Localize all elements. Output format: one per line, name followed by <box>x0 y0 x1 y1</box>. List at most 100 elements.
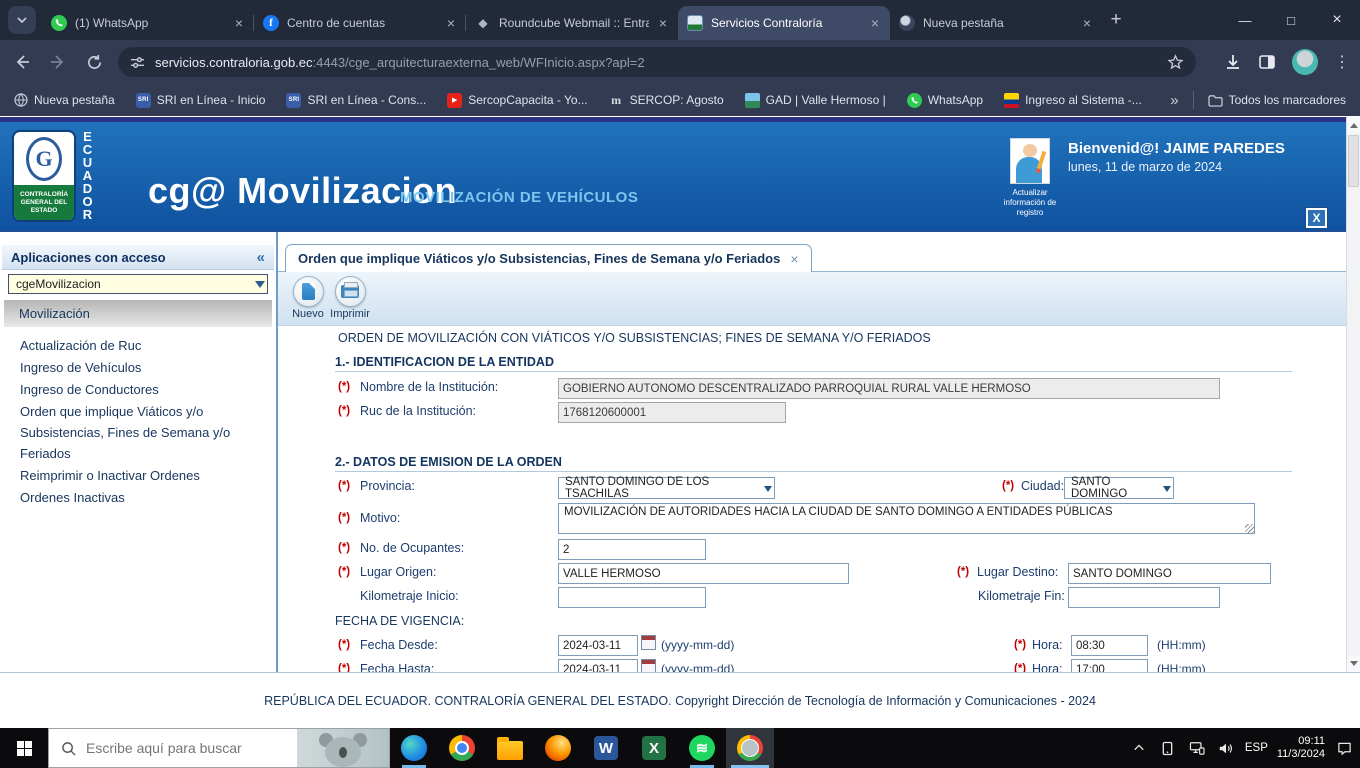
ciudad-select[interactable]: SANTO DOMINGO <box>1064 476 1174 500</box>
scroll-up-button[interactable] <box>1347 117 1360 133</box>
bookmarks-overflow-icon[interactable]: » <box>1170 92 1178 109</box>
sidebar-collapse-icon[interactable]: « <box>257 249 265 266</box>
taskbar-search[interactable] <box>48 728 390 768</box>
taskbar-app-explorer[interactable] <box>486 728 534 768</box>
logout-close-button[interactable]: X <box>1305 207 1328 229</box>
new-tab-button[interactable]: + <box>1102 6 1130 34</box>
bookmark-nueva-pestana[interactable]: Nueva pestaña <box>14 93 115 107</box>
tab-roundcube[interactable]: ◆ Roundcube Webmail :: Entra × <box>465 6 678 40</box>
sidebar-item-ingreso-vehiculos[interactable]: Ingreso de Vehículos <box>20 357 268 378</box>
lugar-origen-input[interactable] <box>558 563 849 584</box>
hora-hasta-input[interactable] <box>1071 659 1148 672</box>
nombre-input[interactable] <box>558 378 1220 399</box>
taskbar-app-word[interactable]: W <box>582 728 630 768</box>
lugar-destino-label: Lugar Destino: <box>977 565 1059 579</box>
nuevo-button[interactable]: Nuevo <box>286 276 330 320</box>
ruc-input[interactable] <box>558 402 786 423</box>
tab-close-icon[interactable]: × <box>445 16 457 30</box>
order-form: ORDEN DE MOVILIZACIÓN CON VIÁTICOS Y/O S… <box>278 326 1346 672</box>
menu-kebab-icon[interactable]: ⋮ <box>1334 52 1350 72</box>
sidebar-section-movilizacion[interactable]: Movilización <box>4 300 272 327</box>
km-fin-input[interactable] <box>1068 587 1220 608</box>
resize-handle[interactable] <box>1245 524 1254 533</box>
action-center-icon[interactable] <box>1334 728 1354 768</box>
tab-close-icon[interactable]: × <box>1081 16 1093 30</box>
minimize-button[interactable]: — <box>1222 0 1268 40</box>
side-panel-icon[interactable] <box>1258 53 1276 71</box>
search-input[interactable] <box>86 740 266 756</box>
sidebar-item-ordenes-inactivas[interactable]: Ordenes Inactivas <box>20 487 268 508</box>
forward-button[interactable] <box>44 48 72 76</box>
bookmark-sri-consultas[interactable]: SRI SRI en Línea - Cons... <box>286 92 426 108</box>
date-format-hint: (yyyy-mm-dd) <box>661 662 735 672</box>
content-tab[interactable]: Orden que implique Viáticos y/o Subsiste… <box>285 244 812 272</box>
sidebar-item-ingreso-conductores[interactable]: Ingreso de Conductores <box>20 379 268 400</box>
network-icon[interactable] <box>1187 728 1207 768</box>
tab-search-button[interactable] <box>8 6 36 34</box>
tab-close-icon[interactable]: × <box>657 16 669 30</box>
omnibox[interactable]: servicios.contraloria.gob.ec:4443/cge_ar… <box>118 47 1196 77</box>
bookmark-sri-inicio[interactable]: SRI SRI en Línea - Inicio <box>135 92 265 108</box>
reload-icon <box>87 54 101 69</box>
tab-nueva-pestana[interactable]: Nueva pestaña × <box>890 6 1102 40</box>
app-select[interactable]: cgeMovilizacion <box>8 274 268 294</box>
taskbar-app-firefox[interactable] <box>534 728 582 768</box>
close-button[interactable]: × <box>1314 0 1360 40</box>
clock[interactable]: 09:11 11/3/2024 <box>1277 735 1325 761</box>
scroll-down-button[interactable] <box>1347 656 1360 672</box>
tab-close-icon[interactable]: × <box>233 16 245 30</box>
tab-title: Nueva pestaña <box>923 16 1004 30</box>
lugar-destino-input[interactable] <box>1068 563 1271 584</box>
sidebar-item-actualizacion-ruc[interactable]: Actualización de Ruc <box>20 335 268 356</box>
bookmark-gad-valle-hermoso[interactable]: GAD | Valle Hermoso | <box>744 92 886 108</box>
back-button[interactable] <box>8 48 36 76</box>
start-button[interactable] <box>0 728 48 768</box>
tab-title: Centro de cuentas <box>287 16 386 30</box>
page-scrollbar[interactable] <box>1346 117 1360 672</box>
taskbar-app-excel[interactable]: X <box>630 728 678 768</box>
hora-desde-input[interactable] <box>1071 635 1148 656</box>
update-registry-link[interactable]: Actualizar información de registro <box>996 188 1064 218</box>
tray-expand-icon[interactable] <box>1129 728 1149 768</box>
download-icon[interactable] <box>1224 53 1242 71</box>
fecha-hasta-input[interactable] <box>558 659 638 672</box>
motivo-textarea[interactable] <box>558 503 1255 534</box>
maximize-button[interactable]: □ <box>1268 0 1314 40</box>
sidebar-item-reimprimir-inactivar[interactable]: Reimprimir o Inactivar Ordenes <box>20 465 268 486</box>
km-inicio-input[interactable] <box>558 587 706 608</box>
fecha-desde-input[interactable] <box>558 635 638 656</box>
word-icon: W <box>594 736 618 760</box>
taskbar-app-spotify[interactable]: ≋ <box>678 728 726 768</box>
all-bookmarks-button[interactable]: Todos los marcadores <box>1208 93 1346 107</box>
bookmark-star-icon[interactable] <box>1167 53 1184 71</box>
imprimir-button[interactable]: Imprimir <box>328 276 372 320</box>
tablet-icon[interactable] <box>1158 728 1178 768</box>
bookmark-ingreso-sistema[interactable]: Ingreso al Sistema -... <box>1004 92 1142 108</box>
sri-icon: SRI <box>286 92 302 108</box>
scrollbar-thumb[interactable] <box>1348 135 1359 187</box>
koala-image <box>297 729 389 767</box>
taskbar-app-chrome[interactable] <box>438 728 486 768</box>
provincia-select[interactable]: SANTO DOMINGO DE LOS TSACHILAS <box>558 476 775 500</box>
reload-button[interactable] <box>80 48 108 76</box>
tray-date: 11/3/2024 <box>1276 748 1325 760</box>
bookmark-sercop-youtube[interactable]: ▶ SercopCapacita - Yo... <box>447 92 588 108</box>
tab-whatsapp[interactable]: (1) WhatsApp × <box>42 6 254 40</box>
tab-close-icon[interactable]: × <box>869 16 881 30</box>
sidebar-item-orden-viaticos[interactable]: Orden que implique Viáticos y/o Subsiste… <box>20 401 268 464</box>
user-avatar[interactable] <box>1010 138 1050 184</box>
profile-avatar[interactable] <box>1292 49 1318 75</box>
ocupantes-input[interactable] <box>558 539 706 560</box>
calendar-icon[interactable] <box>641 659 656 672</box>
tab-facebook[interactable]: f Centro de cuentas × <box>253 6 466 40</box>
taskbar-app-chrome-profile[interactable] <box>726 728 774 768</box>
bookmark-sercop[interactable]: m SERCOP: Agosto <box>609 93 724 108</box>
volume-icon[interactable] <box>1216 728 1236 768</box>
language-indicator[interactable]: ESP <box>1245 742 1268 754</box>
chrome-icon <box>449 735 475 761</box>
tab-servicios-contraloria[interactable]: Servicios Contraloría × <box>678 6 890 40</box>
bookmark-whatsapp[interactable]: WhatsApp <box>906 92 983 108</box>
content-tab-close-icon[interactable]: × <box>790 251 798 267</box>
taskbar-app-edge[interactable] <box>390 728 438 768</box>
calendar-icon[interactable] <box>641 635 656 650</box>
